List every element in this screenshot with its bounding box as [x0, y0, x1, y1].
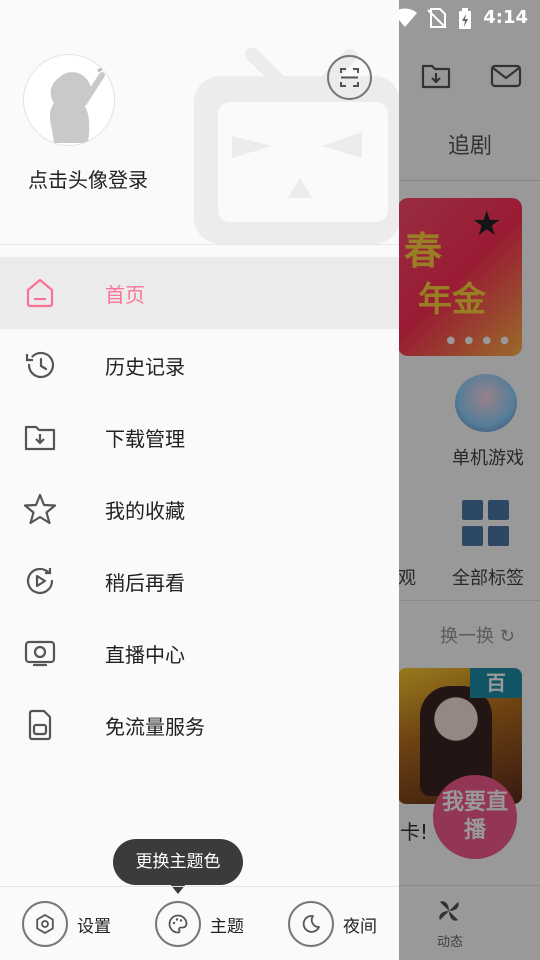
menu-item-label: 直播中心	[105, 643, 185, 667]
menu-item-label: 历史记录	[105, 355, 185, 379]
default-avatar-silhouette	[49, 63, 109, 143]
menu-item-downloads[interactable]: 下载管理	[0, 401, 399, 473]
avatar[interactable]	[23, 54, 115, 146]
download-folder-icon	[24, 425, 56, 451]
sim-card-icon	[28, 709, 52, 741]
settings-label: 设置	[77, 916, 111, 937]
theme-circle	[155, 901, 201, 947]
theme-tooltip: 更换主题色	[113, 839, 243, 885]
battery-charging-icon	[459, 8, 471, 29]
palette-icon	[168, 914, 188, 934]
moon-icon	[302, 915, 320, 933]
menu-item-home[interactable]: 首页	[0, 257, 399, 329]
settings-circle	[22, 901, 68, 947]
live-tv-icon	[24, 640, 56, 667]
menu-item-label: 首页	[105, 283, 145, 307]
menu-item-label: 稍后再看	[105, 571, 185, 595]
status-bar: 4:14	[393, 0, 540, 36]
home-icon	[26, 278, 54, 308]
night-circle	[288, 901, 334, 947]
no-sim-icon	[427, 8, 447, 28]
history-icon	[25, 351, 55, 379]
scan-icon	[340, 68, 359, 87]
header-divider	[0, 244, 399, 245]
login-prompt[interactable]: 点击头像登录	[28, 164, 148, 193]
menu-item-label: 下载管理	[105, 427, 185, 451]
drawer-bottom-bar: 设置 主题 夜间	[0, 886, 399, 960]
star-icon	[23, 493, 57, 525]
menu-item-watch-later[interactable]: 稍后再看	[0, 545, 399, 617]
night-mode-button[interactable]: 夜间	[288, 901, 377, 947]
menu-item-history[interactable]: 历史记录	[0, 329, 399, 401]
night-label: 夜间	[343, 916, 377, 937]
menu-item-live-center[interactable]: 直播中心	[0, 617, 399, 689]
navigation-drawer: 点击头像登录 首页 历史记录 下载管理 我的收藏 稍后再看 直播中心 免流量服务…	[0, 0, 399, 960]
menu-item-label: 我的收藏	[105, 499, 185, 523]
watch-later-icon	[26, 567, 54, 594]
drawer-menu: 首页 历史记录 下载管理 我的收藏 稍后再看 直播中心 免流量服务	[0, 257, 399, 761]
theme-label: 主题	[210, 916, 244, 937]
theme-button[interactable]: 主题	[155, 901, 244, 947]
menu-item-favorites[interactable]: 我的收藏	[0, 473, 399, 545]
menu-item-data-free[interactable]: 免流量服务	[0, 689, 399, 761]
menu-item-label: 免流量服务	[105, 715, 205, 739]
gear-icon	[36, 914, 54, 934]
settings-button[interactable]: 设置	[22, 901, 111, 947]
clock: 4:14	[483, 7, 528, 28]
scan-button[interactable]	[327, 55, 372, 100]
